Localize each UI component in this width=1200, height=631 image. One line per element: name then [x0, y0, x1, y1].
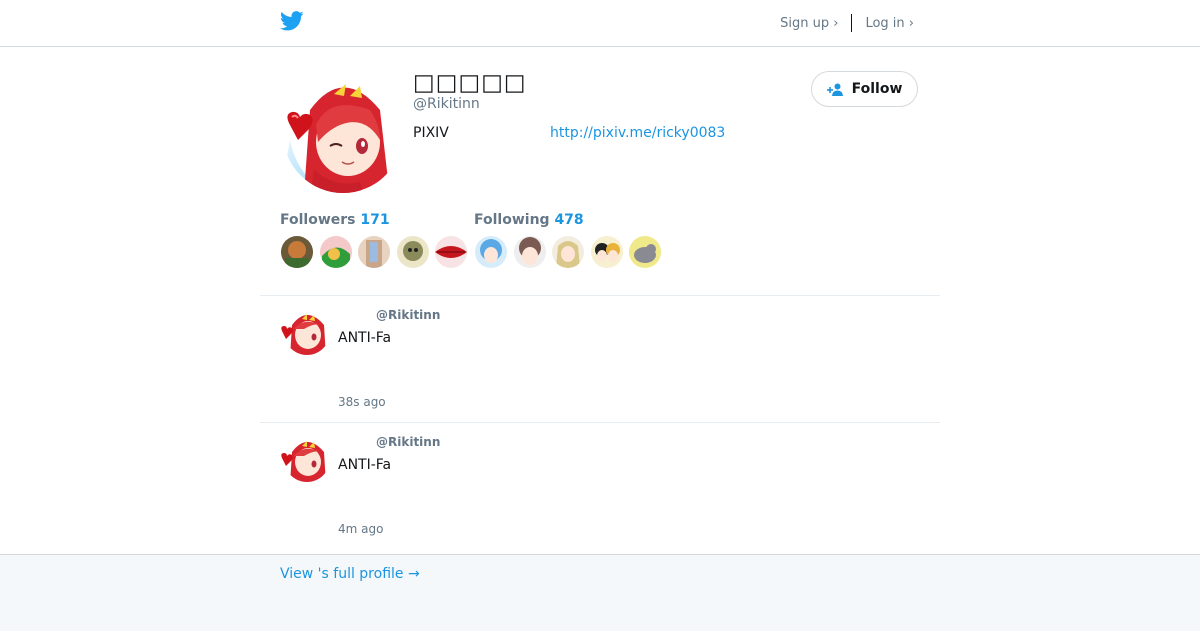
follower-avatar[interactable] [281, 236, 313, 268]
tweet-handle[interactable]: @Rikitinn [376, 308, 440, 322]
followers-count: 171 [360, 212, 390, 228]
tweet-handle[interactable]: @Rikitinn [376, 435, 440, 449]
top-bar: Sign up › Log in › [0, 0, 1200, 47]
profile-display-name: □□□□□ [413, 70, 527, 96]
divider [260, 295, 940, 296]
following-avatar[interactable] [513, 236, 546, 268]
follower-avatar[interactable] [435, 236, 467, 268]
following-facepile [475, 236, 668, 268]
following-avatar[interactable] [629, 236, 661, 268]
tweet-timestamp[interactable]: 38s ago [338, 395, 386, 409]
profile-bio: PIXIV [413, 125, 449, 141]
signup-link[interactable]: Sign up › [780, 16, 838, 31]
twitter-bird-icon[interactable] [280, 10, 304, 32]
follower-avatar[interactable] [396, 236, 429, 268]
footer: View 's full profile → [0, 554, 1200, 631]
nav-divider [851, 14, 853, 32]
tweet-avatar[interactable] [280, 434, 330, 484]
profile-avatar[interactable] [280, 70, 406, 196]
profile-link[interactable]: http://pixiv.me/ricky0083 [550, 125, 725, 141]
follower-avatar[interactable] [358, 236, 390, 268]
following-avatar[interactable] [590, 236, 623, 268]
divider [260, 422, 940, 423]
following-label: Following [474, 212, 550, 228]
following-avatar[interactable] [475, 236, 507, 268]
full-profile-link[interactable]: View 's full profile → [280, 566, 420, 582]
following-stat[interactable]: Following 478 [474, 212, 584, 228]
tweet-text: ANTI-Fa [338, 330, 392, 346]
follow-button[interactable]: Follow [811, 71, 918, 107]
followers-label: Followers [280, 212, 356, 228]
following-count: 478 [554, 212, 584, 228]
following-avatar[interactable] [552, 236, 584, 268]
tweet-timestamp[interactable]: 4m ago [338, 522, 383, 536]
login-link[interactable]: Log in › [865, 16, 914, 31]
profile-handle: @Rikitinn [413, 96, 480, 112]
follower-avatar[interactable] [319, 236, 352, 268]
tweet-avatar[interactable] [280, 307, 330, 357]
followers-stat[interactable]: Followers 171 [280, 212, 390, 228]
add-user-icon [826, 83, 843, 96]
top-nav: Sign up › Log in › [780, 14, 914, 32]
follow-button-label: Follow [851, 81, 903, 97]
tweet-text: ANTI-Fa [338, 457, 392, 473]
followers-facepile [281, 236, 474, 268]
